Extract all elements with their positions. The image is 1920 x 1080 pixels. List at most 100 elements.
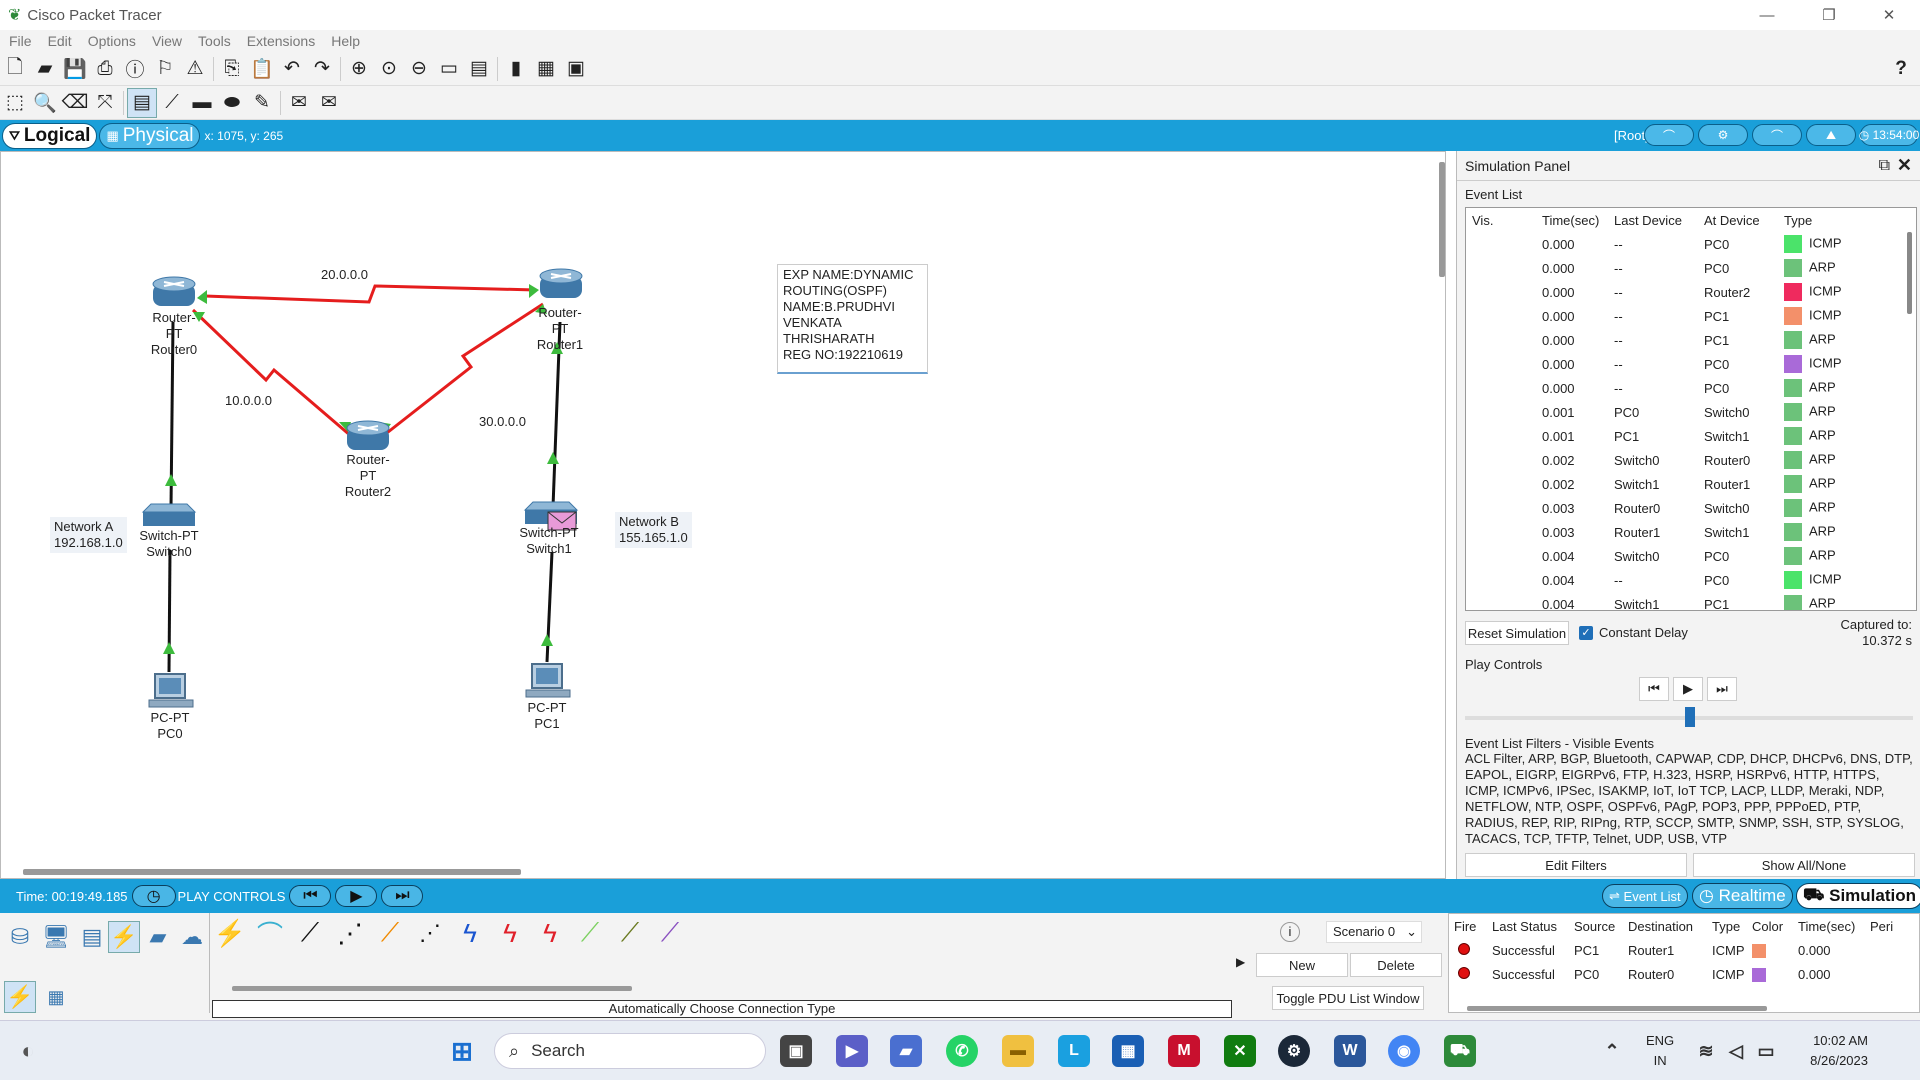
reset-time-button[interactable]: ◷	[131, 885, 176, 907]
add-simple-pdu-icon[interactable]: ✉	[284, 88, 314, 118]
info-icon[interactable]: ⓘ	[120, 54, 150, 84]
serial-dte-icon[interactable]: ϟ	[534, 917, 566, 949]
col-vis[interactable]: Vis.	[1466, 208, 1536, 232]
capture-forward-button[interactable]: ⏭	[1707, 677, 1737, 701]
viewport-icon[interactable]: ▮	[501, 54, 531, 84]
task-view-icon[interactable]: ▣	[780, 1035, 812, 1067]
back-button[interactable]: ⏮	[1639, 677, 1669, 701]
copper-straight-icon[interactable]: ⟋	[294, 917, 326, 949]
l-app-icon[interactable]: L	[1058, 1035, 1090, 1067]
draw-line-icon[interactable]: ⟋	[157, 88, 187, 118]
col-at-device[interactable]: At Device	[1698, 208, 1778, 232]
col-type[interactable]: Type	[1778, 208, 1906, 232]
auto-connection-icon[interactable]: ⚡	[214, 917, 246, 949]
undock-icon[interactable]: ⧉	[1879, 157, 1890, 175]
pdu-row[interactable]: Successful PC0 Router0 ICMP 0.000	[1449, 962, 1909, 986]
wifi-icon[interactable]: ≋	[1690, 1035, 1722, 1067]
pc1-label[interactable]: PC-PT PC1	[522, 700, 572, 732]
tab-logical[interactable]: ⛛ Logical	[2, 122, 98, 149]
event-vis[interactable]	[1466, 280, 1536, 304]
col-destination[interactable]: Destination	[1623, 914, 1707, 938]
tab-physical[interactable]: ▦ Physical	[99, 122, 201, 149]
usb-cable-icon[interactable]: ⟋	[654, 917, 686, 949]
expand-arrow-icon[interactable]: ▶	[1236, 955, 1245, 969]
ipc-icon[interactable]: ▦	[531, 54, 561, 84]
console-cable-icon[interactable]: ⌒	[254, 917, 286, 950]
widgets-icon[interactable]: ◐	[12, 1035, 44, 1067]
event-row[interactable]: 0.000 -- PC0 ICMP	[1466, 352, 1906, 376]
start-icon[interactable]: ⊞	[446, 1035, 478, 1067]
menu-options[interactable]: Options	[88, 33, 136, 49]
store-icon[interactable]: ▦	[1112, 1035, 1144, 1067]
event-row[interactable]: 0.001 PC1 Switch1 ARP	[1466, 424, 1906, 448]
switch0-icon[interactable]	[141, 503, 197, 526]
event-vis[interactable]	[1466, 376, 1536, 400]
logical-workspace[interactable]: 20.0.0.0 10.0.0.0 30.0.0.0 Router-PT Rout…	[0, 151, 1446, 879]
custom-device-icon[interactable]: ▤	[464, 54, 494, 84]
event-list-toggle[interactable]: ⇌ Event List	[1602, 884, 1688, 908]
menu-tools[interactable]: Tools	[198, 33, 231, 49]
play-speed-handle[interactable]	[1685, 707, 1695, 727]
iot-custom-cable-icon[interactable]: ⟋	[614, 917, 646, 949]
router2-icon[interactable]	[346, 420, 390, 450]
phone-cable-icon[interactable]: ⋰	[414, 917, 446, 949]
redo-icon[interactable]: ↷	[307, 54, 337, 84]
event-row[interactable]: 0.000 -- PC1 ICMP	[1466, 304, 1906, 328]
end-devices-icon[interactable]: 🖥	[40, 921, 72, 953]
network-devices-icon[interactable]: ⛁	[4, 921, 36, 953]
save-icon[interactable]: 💾	[60, 54, 90, 84]
switch0-label[interactable]: Switch-PT Switch0	[139, 528, 199, 560]
new-scenario-button[interactable]: New	[1256, 953, 1348, 977]
bar-back-button[interactable]: ⏮	[289, 885, 332, 907]
zoom-in-icon[interactable]: ⊕	[344, 54, 374, 84]
open-folder-icon[interactable]: ▰	[30, 54, 60, 84]
link-router0-router2[interactable]	[191, 308, 352, 438]
router0-label[interactable]: Router-PT Router0	[145, 310, 203, 358]
edit-filters-button[interactable]: Edit Filters	[1465, 853, 1687, 877]
fire-icon[interactable]	[1449, 962, 1487, 986]
serial-dce-icon[interactable]: ϟ	[494, 917, 526, 949]
event-row[interactable]: 0.003 Router0 Switch0 ARP	[1466, 496, 1906, 520]
event-vis[interactable]	[1466, 544, 1536, 568]
files-icon[interactable]: ▰	[890, 1035, 922, 1067]
menu-edit[interactable]: Edit	[48, 33, 72, 49]
toggle-pdu-list-button[interactable]: Toggle PDU List Window	[1272, 986, 1424, 1010]
set-tiled-background-button[interactable]: ⌒	[1752, 124, 1802, 146]
pdu-row[interactable]: Successful PC1 Router1 ICMP 0.000	[1449, 938, 1909, 962]
misc-icon[interactable]: ▰	[142, 921, 174, 953]
event-row[interactable]: 0.004 -- PC0 ICMP	[1466, 568, 1906, 592]
event-list-table[interactable]: Vis. Time(sec) Last Device At Device Typ…	[1465, 207, 1917, 611]
col-time[interactable]: Time(sec)	[1536, 208, 1608, 232]
new-cluster-button[interactable]: ⌒	[1644, 124, 1694, 146]
horizontal-scrollbar[interactable]	[23, 869, 521, 875]
new-file-icon[interactable]: 🗋	[0, 54, 30, 84]
pc0-label[interactable]: PC-PT PC0	[145, 710, 195, 742]
menu-file[interactable]: File	[9, 33, 32, 49]
col-color[interactable]: Color	[1747, 914, 1793, 938]
minimize-button[interactable]: —	[1744, 0, 1790, 30]
whatsapp-icon[interactable]: ✆	[946, 1035, 978, 1067]
resize-icon[interactable]: ⤧	[90, 88, 120, 118]
switch1-label[interactable]: Switch-PT Switch1	[519, 525, 579, 557]
screenshot-icon[interactable]: ▣	[561, 54, 591, 84]
link-router0-router1[interactable]	[204, 284, 537, 304]
copper-cross-icon[interactable]: ⋰	[334, 917, 366, 949]
event-vis[interactable]	[1466, 304, 1536, 328]
event-row[interactable]: 0.003 Router1 Switch1 ARP	[1466, 520, 1906, 544]
activity-wizard-icon[interactable]: ⚠	[180, 54, 210, 84]
xbox-icon[interactable]: ✕	[1224, 1035, 1256, 1067]
copy-icon[interactable]: ⎘	[217, 54, 247, 84]
constant-delay-option[interactable]: ✓ Constant Delay	[1579, 625, 1688, 640]
packet-tracer-icon[interactable]: ⛟	[1444, 1035, 1476, 1067]
delete-scenario-button[interactable]: Delete	[1350, 953, 1442, 977]
network-b-label[interactable]: Network B 155.165.1.0	[615, 512, 692, 548]
draw-ellipse-icon[interactable]: ⬬	[217, 88, 247, 118]
zoom-reset-icon[interactable]: ⊙	[374, 54, 404, 84]
chrome-icon[interactable]: ◉	[1388, 1035, 1420, 1067]
connections-sub-icon[interactable]: ⚡	[4, 981, 36, 1013]
event-vis[interactable]	[1466, 496, 1536, 520]
chevron-up-icon[interactable]: ⌃	[1596, 1035, 1628, 1067]
freeform-icon[interactable]: ✎	[247, 88, 277, 118]
menu-extensions[interactable]: Extensions	[247, 33, 315, 49]
coaxial-icon[interactable]: ϟ	[454, 917, 486, 949]
